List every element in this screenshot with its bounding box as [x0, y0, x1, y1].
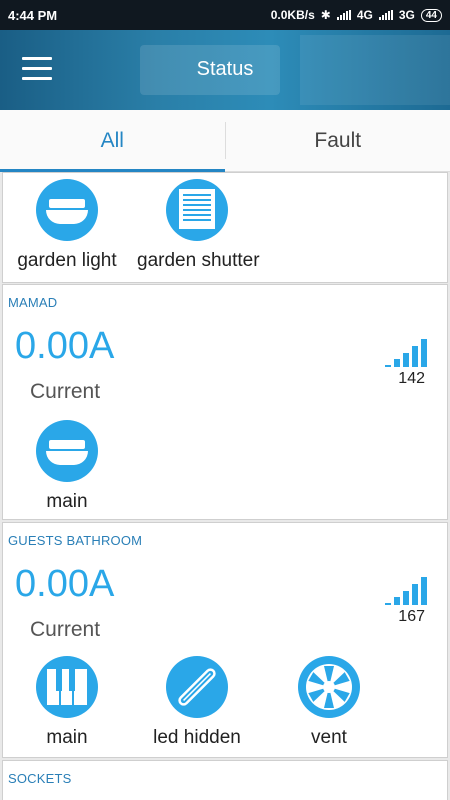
clock: 4:44 PM — [8, 7, 58, 23]
room-title: GUESTS BATHROOM — [8, 533, 143, 548]
signal-strength-icon — [336, 10, 351, 20]
tab-all[interactable]: All — [0, 110, 225, 172]
current-value: 0.00A — [15, 563, 115, 605]
room-title: SOCKETS — [8, 771, 72, 786]
room-card-sockets: SOCKETS — [2, 760, 448, 800]
room-title: MAMAD — [8, 295, 58, 310]
device-led-hidden[interactable]: led hidden — [137, 656, 257, 749]
signal-bars-icon — [385, 575, 433, 605]
device-main[interactable]: main — [7, 420, 127, 513]
fan-icon — [298, 656, 360, 718]
room-card-mamad: MAMAD 0.00A Current 142 main — [2, 284, 448, 520]
device-garden-light[interactable]: garden light — [7, 179, 127, 272]
signal-bars-icon — [385, 337, 433, 367]
device-label: main — [46, 727, 88, 748]
led-strip-icon — [166, 656, 228, 718]
device-main[interactable]: main — [7, 656, 127, 749]
device-label: garden light — [17, 250, 117, 271]
device-vent[interactable]: vent — [269, 656, 389, 749]
tab-fault[interactable]: Fault — [226, 110, 450, 171]
device-label: garden shutter — [137, 250, 260, 271]
device-label: vent — [311, 727, 347, 748]
signal-value: 142 — [398, 370, 425, 387]
network-type-1: 4G — [356, 8, 373, 22]
signal-strength-icon-2 — [378, 10, 393, 20]
ceiling-lamp-icon — [36, 179, 98, 241]
shutter-icon — [166, 179, 228, 241]
battery-icon: 44 — [420, 8, 442, 22]
page-title: Status — [196, 58, 254, 80]
current-label: Current — [30, 380, 101, 403]
room-card-guests-bathroom: GUESTS BATHROOM 0.00A Current 167 main l… — [2, 522, 448, 758]
network-type-2: 3G — [398, 8, 415, 22]
device-label: main — [46, 491, 88, 512]
ceiling-lamp-icon — [36, 420, 98, 482]
device-garden-shutter[interactable]: garden shutter — [137, 179, 260, 272]
current-label: Current — [30, 618, 101, 641]
system-status-bar: 4:44 PM 0.0KB/s ✱ 4G 3G 44 — [0, 0, 450, 30]
network-speed: 0.0KB/s — [270, 8, 315, 22]
switch-panel-icon — [36, 656, 98, 718]
tab-bar: All Fault — [0, 110, 450, 172]
bluetooth-icon: ✱ — [320, 8, 331, 22]
app-bar: Status — [0, 30, 450, 110]
status-indicators: 0.0KB/s ✱ 4G 3G 44 — [271, 8, 442, 22]
device-label: led hidden — [153, 727, 241, 748]
current-value: 0.00A — [15, 325, 115, 367]
device-card-top: garden light garden shutter — [2, 172, 448, 283]
signal-value: 167 — [398, 608, 425, 625]
